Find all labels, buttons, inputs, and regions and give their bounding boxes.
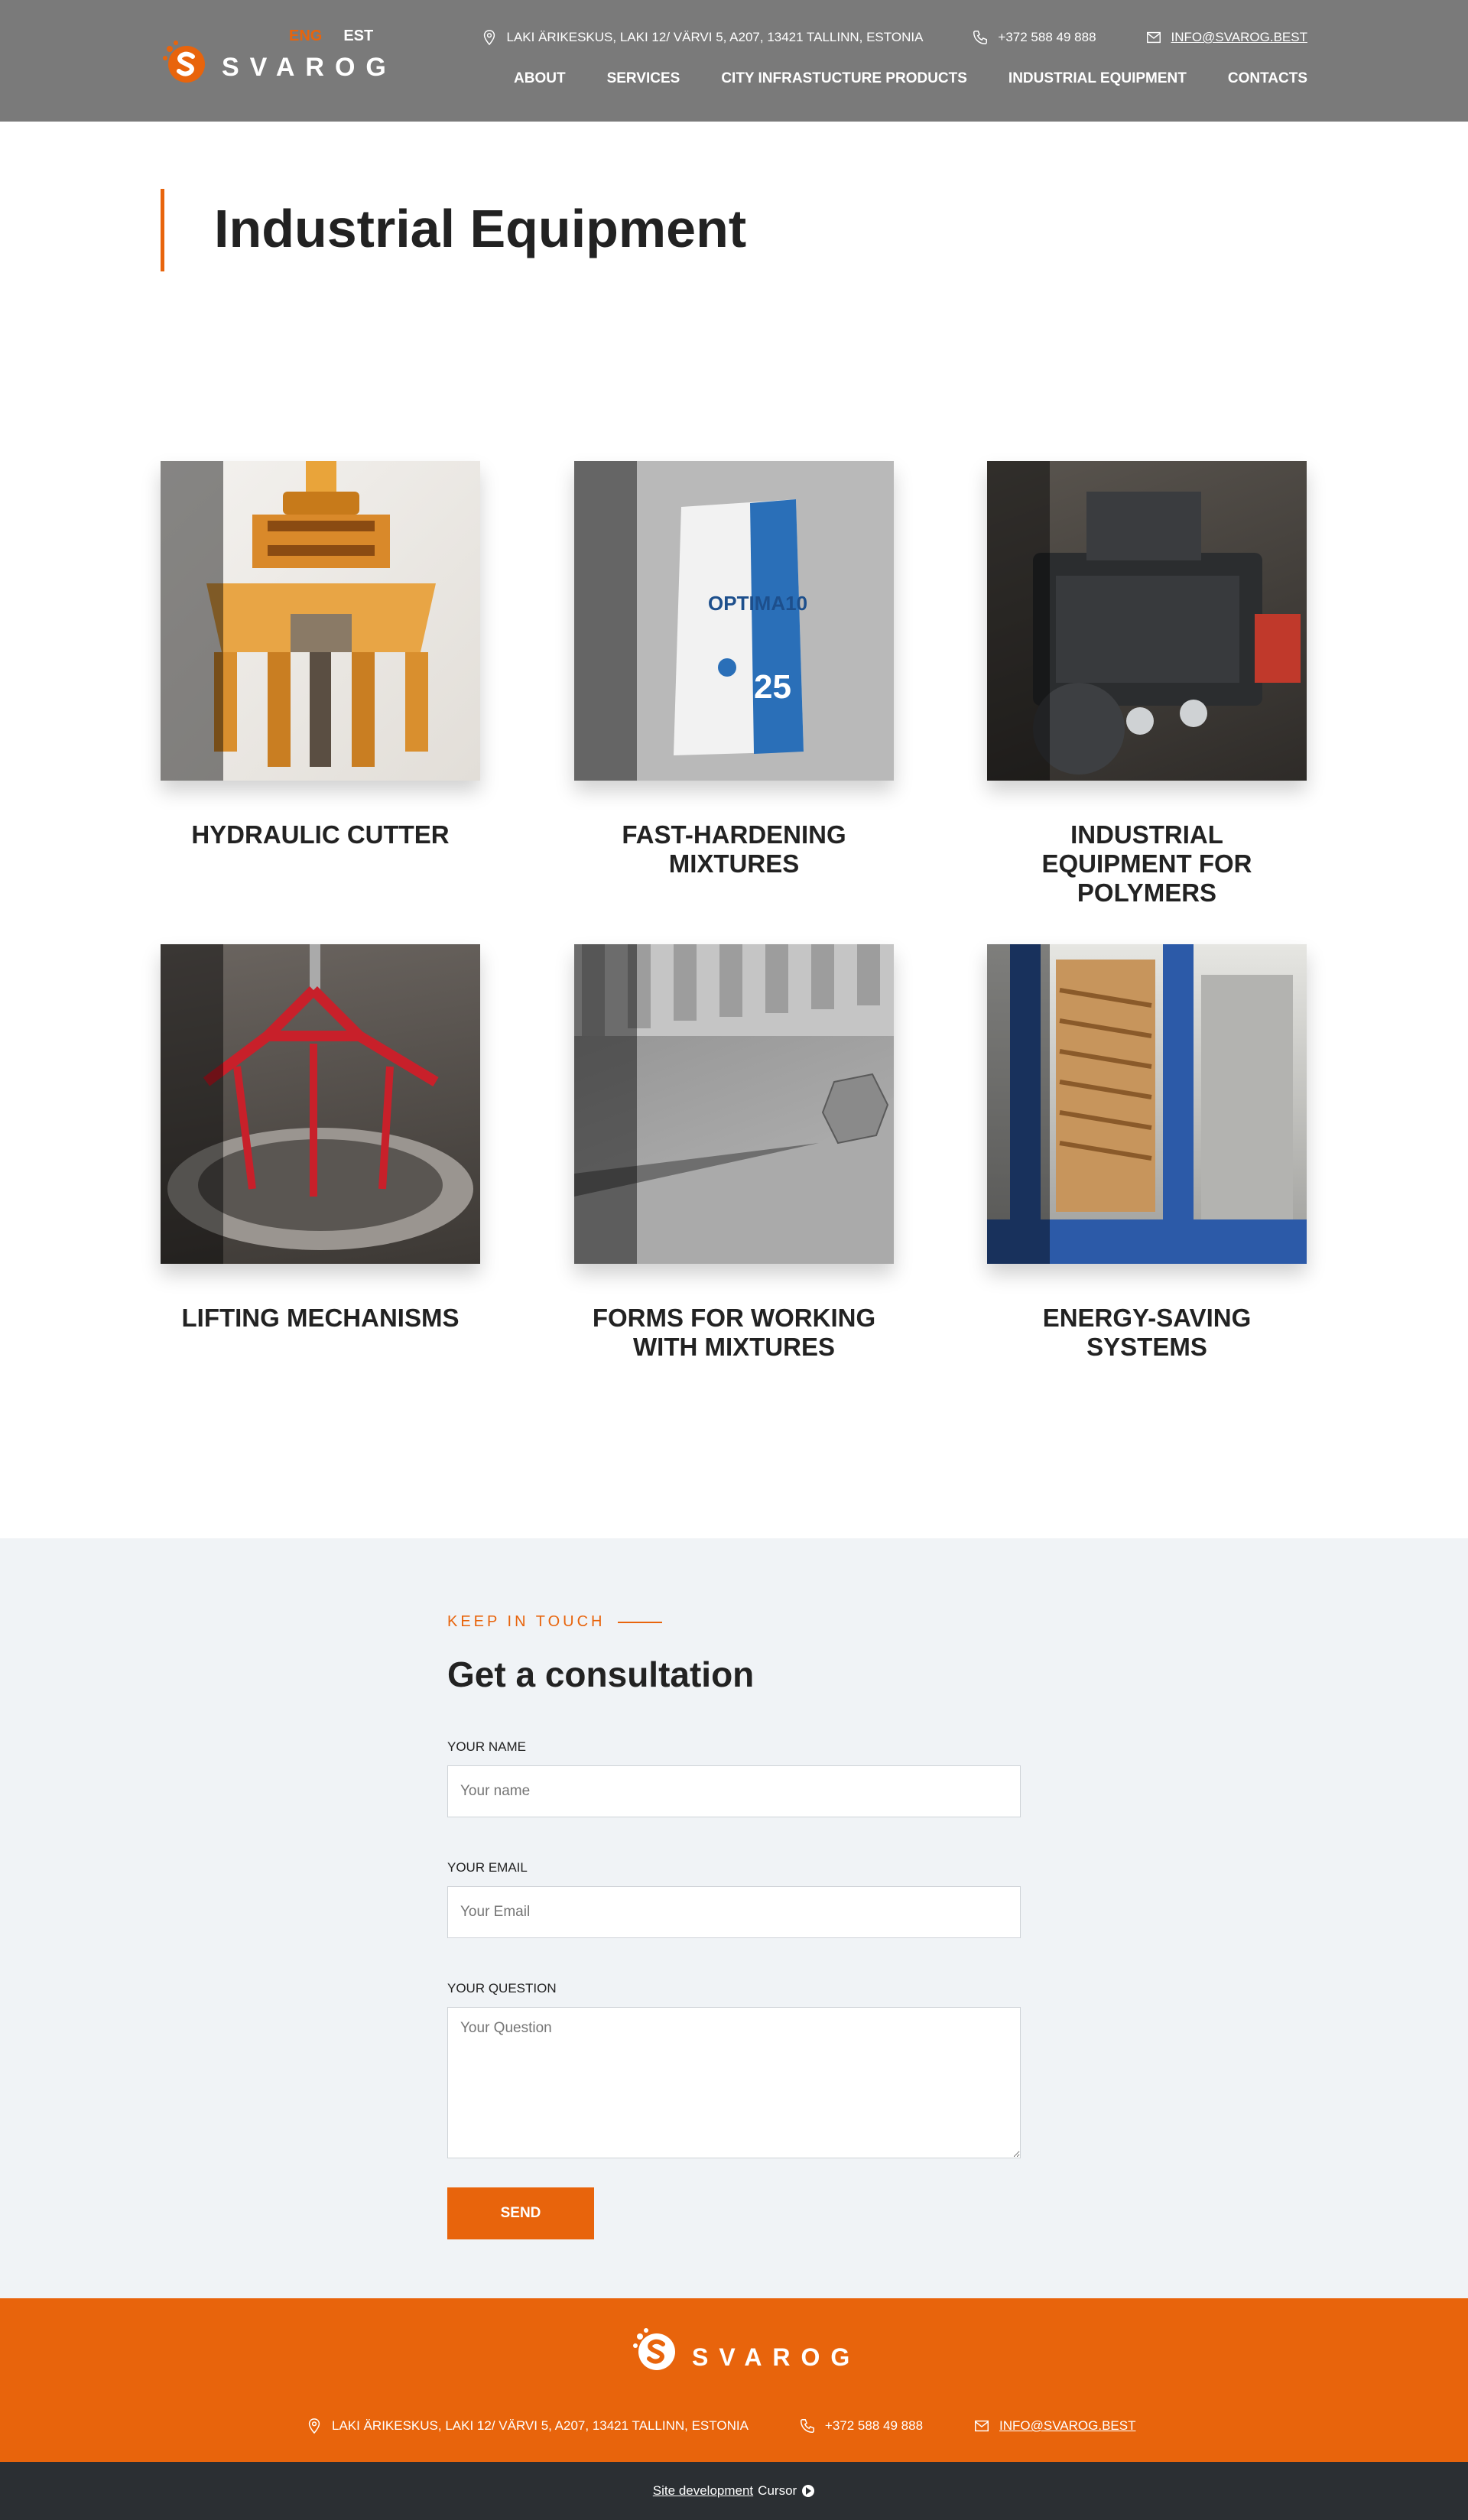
footer-logo-text: SVAROG (692, 2343, 861, 2371)
location-pin-icon (308, 2418, 320, 2434)
page-title: Industrial Equipment (214, 199, 747, 258)
lang-est[interactable]: EST (343, 28, 373, 45)
language-switcher: ENG EST (289, 28, 373, 45)
product-grid: HYDRAULIC CUTTER OPTIMA10 25 FAST-HARDEN… (0, 320, 1468, 1538)
footer-email-link[interactable]: INFO@SVAROG.BEST (999, 2418, 1135, 2434)
site-footer: SVAROG LAKI ÄRIKESKUS, LAKI 12/ VÄRVI 5,… (0, 2298, 1468, 2462)
product-title[interactable]: FAST-HARDENING MIXTURES (574, 820, 894, 878)
name-label: YOUR NAME (447, 1739, 526, 1754)
send-button[interactable]: SEND (447, 2187, 594, 2239)
image-shade (987, 461, 1050, 781)
image-shade (161, 461, 223, 781)
product-card-lifting-mechanisms[interactable]: LIFTING MECHANISMS (161, 944, 480, 1333)
email-label: YOUR EMAIL (447, 1860, 528, 1875)
product-card-hydraulic-cutter[interactable]: HYDRAULIC CUTTER (161, 461, 480, 849)
mail-icon (975, 2420, 989, 2432)
mail-icon (1146, 31, 1161, 44)
title-section: Industrial Equipment (0, 122, 1468, 320)
footer-contacts: LAKI ÄRIKESKUS, LAKI 12/ VÄRVI 5, A207, … (306, 2418, 1136, 2434)
header-contacts: LAKI ÄRIKESKUS, LAKI 12/ VÄRVI 5, A207, … (481, 29, 1307, 46)
footer-phone-item[interactable]: +372 588 49 888 (799, 2418, 923, 2434)
kicker-text: KEEP IN TOUCH (447, 1613, 606, 1630)
image-shade (574, 944, 637, 1264)
product-title[interactable]: LIFTING MECHANISMS (161, 1304, 480, 1333)
nav-city-infrastructure[interactable]: CITY INFRASTUCTURE PRODUCTS (721, 70, 967, 87)
product-card-industrial-equipment-polymers[interactable]: INDUSTRIAL EQUIPMENT FOR POLYMERS (987, 461, 1307, 908)
bottom-bar: Site development Cursor (0, 2462, 1468, 2520)
nav-contacts[interactable]: CONTACTS (1228, 70, 1307, 87)
forms-image[interactable] (574, 944, 894, 1264)
product-card-energy-saving-systems[interactable]: ENERGY-SAVING SYSTEMS (987, 944, 1307, 1362)
footer-logo[interactable]: SVAROG (631, 2326, 860, 2373)
title-accent-bar (161, 189, 164, 271)
question-textarea[interactable] (447, 2007, 1021, 2158)
email-link[interactable]: INFO@SVAROG.BEST (1171, 30, 1307, 45)
logo-icon (631, 2326, 678, 2373)
kicker: KEEP IN TOUCH (447, 1613, 1021, 1631)
image-shade (161, 944, 223, 1264)
address-item: LAKI ÄRIKESKUS, LAKI 12/ VÄRVI 5, A207, … (481, 29, 924, 46)
logo-text: SVAROG (222, 52, 397, 82)
logo-icon (161, 38, 208, 86)
polymer-machine-image[interactable] (987, 461, 1307, 781)
address-text: LAKI ÄRIKESKUS, LAKI 12/ VÄRVI 5, A207, … (506, 30, 924, 44)
hydraulic-cutter-image[interactable] (161, 461, 480, 781)
product-title[interactable]: INDUSTRIAL EQUIPMENT FOR POLYMERS (987, 820, 1307, 908)
footer-email-item[interactable]: INFO@SVAROG.BEST (973, 2418, 1136, 2434)
location-pin-icon (483, 30, 495, 46)
product-title[interactable]: HYDRAULIC CUTTER (161, 820, 480, 849)
svg-text:OPTIMA10: OPTIMA10 (708, 592, 807, 615)
image-shade (987, 944, 1050, 1264)
consultation-section: KEEP IN TOUCH Get a consultation YOUR NA… (0, 1538, 1468, 2298)
kicker-line (617, 1621, 662, 1623)
product-card-fast-hardening-mixtures[interactable]: OPTIMA10 25 FAST-HARDENING MIXTURES (574, 461, 894, 878)
lifting-grab-image[interactable] (161, 944, 480, 1264)
email-item[interactable]: INFO@SVAROG.BEST (1145, 29, 1307, 46)
nav-about[interactable]: ABOUT (514, 70, 566, 87)
cursor-logo-icon (802, 2485, 815, 2497)
logo[interactable]: SVAROG (161, 38, 397, 86)
product-card-forms-for-mixtures[interactable]: FORMS FOR WORKING WITH MIXTURES (574, 944, 894, 1362)
phone-item[interactable]: +372 588 49 888 (972, 29, 1096, 46)
consultation-form: KEEP IN TOUCH Get a consultation YOUR NA… (447, 1613, 1021, 2239)
main-nav: ABOUT SERVICES CITY INFRASTUCTURE PRODUC… (514, 70, 1307, 87)
svg-text:25: 25 (754, 668, 791, 706)
phone-icon (800, 2419, 814, 2433)
site-header: SVAROG ENG EST LAKI ÄRIKESKUS, LAKI 12/ … (0, 0, 1468, 122)
email-input[interactable] (447, 1886, 1021, 1938)
image-shade (574, 461, 637, 781)
consult-title: Get a consultation (447, 1655, 755, 1694)
product-title[interactable]: FORMS FOR WORKING WITH MIXTURES (574, 1304, 894, 1362)
site-development-link[interactable]: Site development (653, 2483, 753, 2499)
nav-services[interactable]: SERVICES (607, 70, 680, 87)
footer-address-item: LAKI ÄRIKESKUS, LAKI 12/ VÄRVI 5, A207, … (306, 2418, 749, 2434)
nav-industrial-equipment[interactable]: INDUSTRIAL EQUIPMENT (1008, 70, 1187, 87)
developer-name: Cursor (758, 2483, 797, 2498)
cement-bag-image[interactable]: OPTIMA10 25 (574, 461, 894, 781)
phone-text[interactable]: +372 588 49 888 (998, 30, 1096, 45)
footer-address-text: LAKI ÄRIKESKUS, LAKI 12/ VÄRVI 5, A207, … (332, 2418, 749, 2433)
question-label: YOUR QUESTION (447, 1981, 557, 1996)
product-title[interactable]: ENERGY-SAVING SYSTEMS (987, 1304, 1307, 1362)
footer-phone-text[interactable]: +372 588 49 888 (825, 2418, 923, 2434)
lang-eng[interactable]: ENG (289, 28, 322, 45)
energy-system-image[interactable] (987, 944, 1307, 1264)
phone-icon (973, 31, 988, 44)
name-input[interactable] (447, 1765, 1021, 1817)
